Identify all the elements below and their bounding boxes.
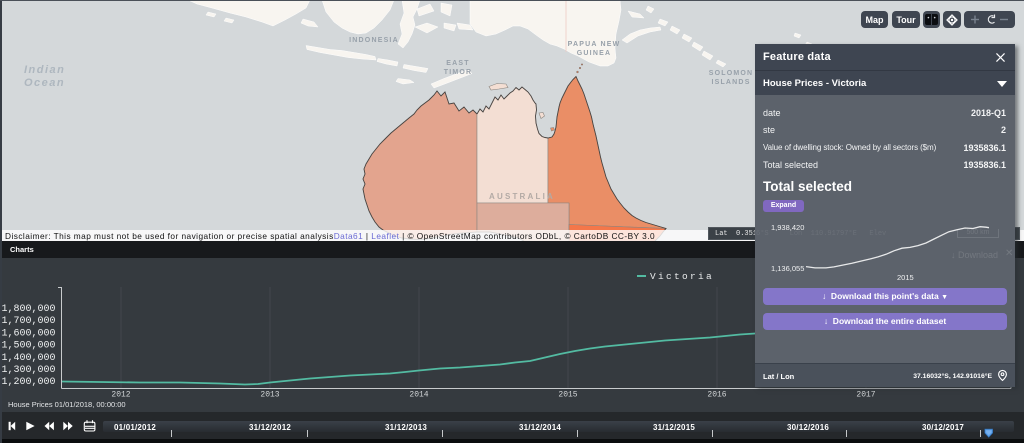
svg-text:2012: 2012 bbox=[111, 391, 130, 400]
svg-text:1,200,000: 1,200,000 bbox=[1, 377, 55, 388]
svg-text:2013: 2013 bbox=[260, 391, 279, 400]
svg-text:1,500,000: 1,500,000 bbox=[1, 341, 55, 352]
svg-text:1,700,000: 1,700,000 bbox=[1, 316, 55, 327]
svg-text:1,300,000: 1,300,000 bbox=[1, 365, 55, 376]
svg-text:2016: 2016 bbox=[707, 391, 726, 400]
svg-text:2014: 2014 bbox=[409, 391, 428, 400]
svg-text:1,400,000: 1,400,000 bbox=[1, 353, 55, 364]
svg-text:2015: 2015 bbox=[558, 391, 577, 400]
svg-text:1,600,000: 1,600,000 bbox=[1, 328, 55, 339]
svg-text:2017: 2017 bbox=[856, 391, 875, 400]
svg-text:1,800,000: 1,800,000 bbox=[1, 304, 55, 315]
